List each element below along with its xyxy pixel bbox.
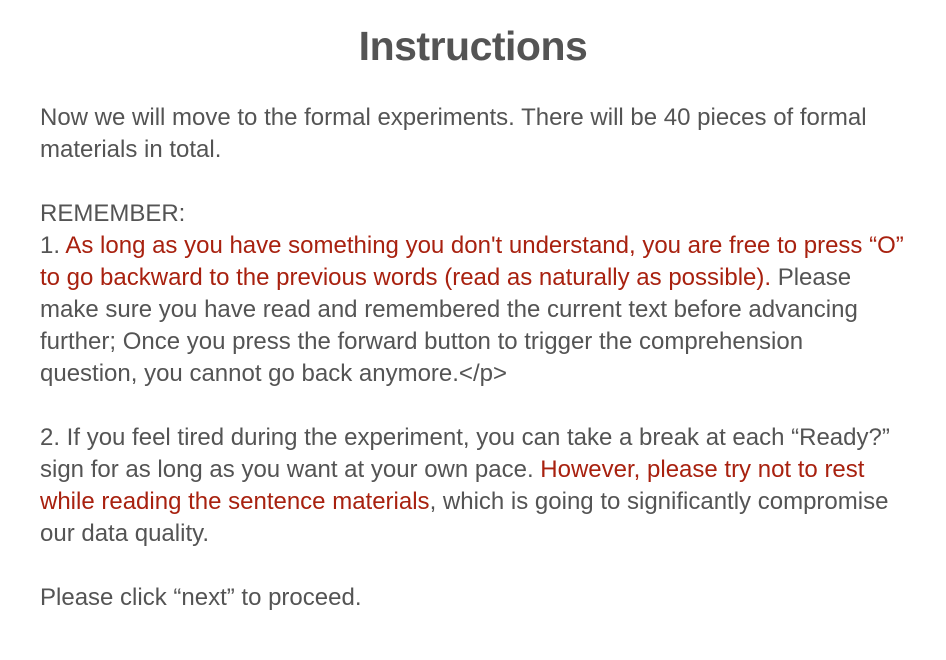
instructions-page: Instructions Now we will move to the for… [0,0,946,660]
remember-heading: REMEMBER: [40,200,186,227]
instructions-body: Now we will move to the formal experimen… [40,102,906,614]
rule-1-paragraph: 1. As long as you have something you don… [40,230,906,390]
intro-paragraph: Now we will move to the formal experimen… [40,104,867,163]
proceed-instruction: Please click “next” to proceed. [40,584,362,611]
rule-1-number: 1. [40,232,66,259]
rule-2-paragraph: 2. If you feel tired during the experime… [40,422,906,550]
page-title: Instructions [358,23,588,69]
